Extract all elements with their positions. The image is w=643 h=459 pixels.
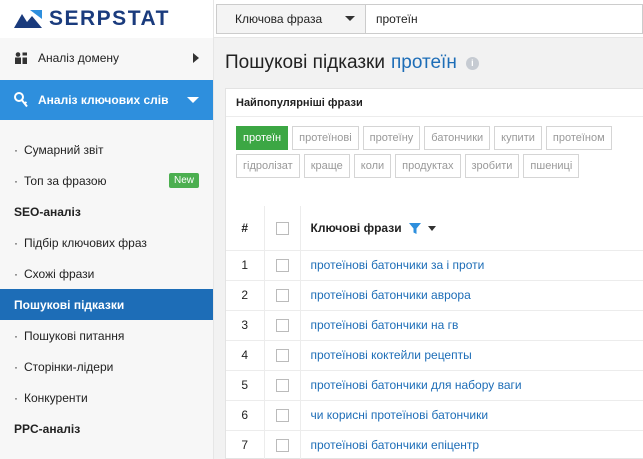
popular-phrases-chips: протеїн протеїнові протеїну батончики ку… <box>226 117 643 178</box>
keyword-link[interactable]: протеїнові батончики для набору ваги <box>300 370 643 401</box>
page-title-text: Пошукові підказки <box>225 52 385 73</box>
info-icon[interactable]: i <box>465 56 479 70</box>
sidebar-section-ppc: PPC-аналіз <box>14 421 81 436</box>
domain-analysis-icon <box>15 52 27 64</box>
row-checkbox[interactable] <box>275 289 289 303</box>
row-checkbox[interactable] <box>275 379 289 393</box>
chip-pshenytsi[interactable]: пшениці <box>523 154 580 178</box>
row-checkbox[interactable] <box>275 319 289 333</box>
row-checkbox[interactable] <box>275 439 289 453</box>
keyword-link[interactable]: чи корисні протеїнові батончики <box>300 400 643 431</box>
table-row: 5 протеїнові батончики для набору ваги <box>226 370 643 401</box>
search-bar: Ключова фраза протеїн <box>214 0 643 38</box>
chip-kupyty[interactable]: купити <box>494 126 542 150</box>
results-panel: Найпопулярніші фрази протеїн протеїнові … <box>225 88 643 459</box>
table-row: 1 протеїнові батончики за і проти <box>226 250 643 281</box>
filter-icon[interactable] <box>408 222 421 235</box>
sidebar-item-keyword-selection[interactable]: · Підбір ключових фраз <box>0 227 213 258</box>
chip-produktakh[interactable]: продуктах <box>395 154 461 178</box>
chevron-down-icon <box>187 97 199 103</box>
keyword-link[interactable]: протеїнові батончики за і проти <box>300 250 643 281</box>
table-row: 6 чи корисні протеїнові батончики <box>226 400 643 431</box>
row-checkbox[interactable] <box>275 259 289 273</box>
keyword-link[interactable]: протеїнові батончики епіцентр <box>300 430 643 459</box>
table-row: 7 протеїнові батончики епіцентр <box>226 430 643 459</box>
sidebar-section-seo: SEO-аналіз <box>14 204 81 219</box>
key-icon <box>14 92 28 108</box>
table-row: 3 протеїнові батончики на гв <box>226 310 643 341</box>
sidebar-item-competitors[interactable]: · Конкуренти <box>0 382 213 413</box>
column-header-keywords-label: Ключові фрази <box>310 220 402 235</box>
chip-hidrolizat[interactable]: гідролізат <box>236 154 300 178</box>
panel-title: Найпопулярніші фрази <box>226 89 643 117</box>
keywords-table: # Ключові фрази 1 протеїнові батончики з… <box>226 206 643 459</box>
keyword-analysis-submenu: · Сумарний звіт · Топ за фразою New SEO-… <box>0 134 213 444</box>
row-number: 7 <box>226 430 265 459</box>
row-number: 6 <box>226 400 265 431</box>
new-badge: New <box>168 173 199 188</box>
row-number: 1 <box>226 250 265 281</box>
chevron-right-icon <box>193 53 199 63</box>
keyword-link[interactable]: протеїнові батончики аврора <box>300 280 643 311</box>
sidebar-item-top-by-phrase[interactable]: · Топ за фразою New <box>0 165 213 196</box>
table-row: 4 протеїнові коктейли рецепты <box>226 340 643 371</box>
logo-text: SERPSTAT <box>49 7 170 30</box>
search-type-value: Ключова фраза <box>235 11 323 26</box>
sort-down-icon[interactable] <box>428 226 437 232</box>
sidebar-item-top-pages[interactable]: · Сторінки-лідери <box>0 351 213 382</box>
row-number: 5 <box>226 370 265 401</box>
row-number: 3 <box>226 310 265 341</box>
chip-proteinovi[interactable]: протеїнові <box>292 126 359 150</box>
select-all-checkbox[interactable] <box>275 221 289 235</box>
row-number: 2 <box>226 280 265 311</box>
row-checkbox[interactable] <box>275 409 289 423</box>
nav-domain-analysis-label: Аналіз домену <box>38 51 120 65</box>
chip-proteinom[interactable]: протеїном <box>545 126 612 150</box>
page-title: Пошукові підказки протеїн i <box>225 52 479 74</box>
column-header-number: # <box>226 206 265 251</box>
chip-protein[interactable]: протеїн <box>236 126 289 150</box>
search-type-select[interactable]: Ключова фраза <box>216 3 366 34</box>
table-row: 2 протеїнові батончики аврора <box>226 280 643 311</box>
search-input[interactable]: протеїн <box>366 3 643 34</box>
chip-proteinu[interactable]: протеїну <box>362 126 421 150</box>
row-number: 4 <box>226 340 265 371</box>
sidebar: SERPSTAT Аналіз домену Аналіз ключових с… <box>0 0 214 459</box>
chip-krashche[interactable]: краще <box>303 154 350 178</box>
table-header-row: # Ключові фрази <box>226 206 643 251</box>
sidebar-item-search-suggestions[interactable]: Пошукові підказки <box>0 289 213 320</box>
chip-koly[interactable]: коли <box>353 154 392 178</box>
chip-zrobyty[interactable]: зробити <box>464 154 520 178</box>
chip-batonchyky[interactable]: батончики <box>424 126 491 150</box>
chevron-down-icon <box>345 16 355 21</box>
row-checkbox[interactable] <box>275 349 289 363</box>
keyword-link[interactable]: протеїнові батончики на гв <box>300 310 643 341</box>
page-title-keyword: протеїн <box>390 52 457 73</box>
search-input-value: протеїн <box>376 11 418 26</box>
keyword-link[interactable]: протеїнові коктейли рецепты <box>300 340 643 371</box>
nav-keyword-analysis[interactable]: Аналіз ключових слів <box>0 80 213 120</box>
nav-keyword-analysis-label: Аналіз ключових слів <box>38 93 169 107</box>
sidebar-item-search-questions[interactable]: · Пошукові питання <box>0 320 213 351</box>
logo[interactable]: SERPSTAT <box>0 0 213 38</box>
serpstat-logo-icon <box>14 10 42 28</box>
column-header-select-all <box>264 206 301 251</box>
sidebar-item-related-phrases[interactable]: · Схожі фрази <box>0 258 213 289</box>
nav-domain-analysis[interactable]: Аналіз домену <box>0 40 213 76</box>
column-header-keywords[interactable]: Ключові фрази <box>300 206 643 251</box>
main-content: Пошукові підказки протеїн i Найпопулярні… <box>214 38 643 459</box>
sidebar-item-summary[interactable]: · Сумарний звіт <box>0 134 213 165</box>
